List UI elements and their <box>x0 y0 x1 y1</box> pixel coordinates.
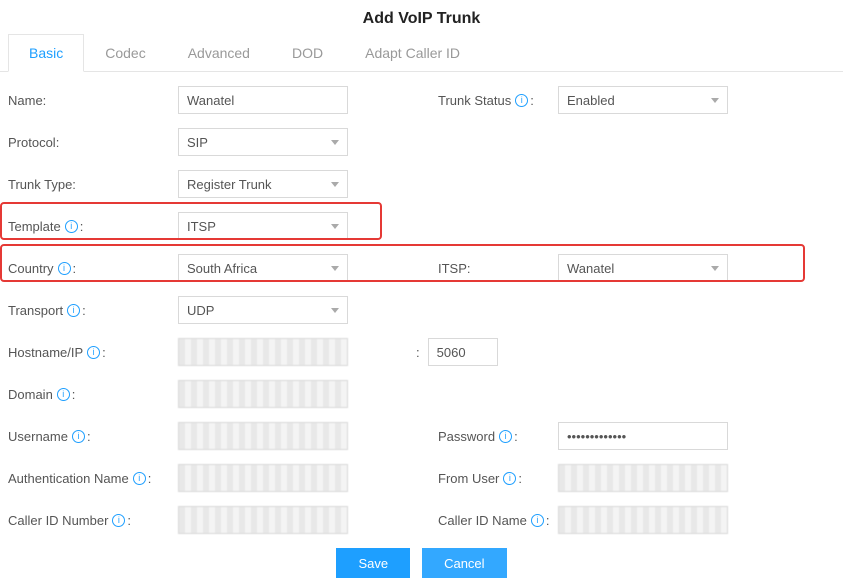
from-user-label: From User i : <box>408 471 558 486</box>
caller-id-name-input[interactable] <box>558 506 728 534</box>
trunk-status-select[interactable]: Enabled <box>558 86 728 114</box>
template-select[interactable]: ITSP <box>178 212 348 240</box>
chevron-down-icon <box>331 140 339 145</box>
transport-label: Transport i : <box>8 303 178 318</box>
chevron-down-icon <box>711 266 719 271</box>
protocol-value: SIP <box>187 135 208 150</box>
info-icon[interactable]: i <box>65 220 78 233</box>
chevron-down-icon <box>331 224 339 229</box>
domain-input[interactable] <box>178 380 348 408</box>
chevron-down-icon <box>331 266 339 271</box>
chevron-down-icon <box>331 182 339 187</box>
tab-advanced[interactable]: Advanced <box>167 34 271 72</box>
trunk-status-label: Trunk Status i : <box>408 93 558 108</box>
itsp-select[interactable]: Wanatel <box>558 254 728 282</box>
info-icon[interactable]: i <box>133 472 146 485</box>
info-icon[interactable]: i <box>58 262 71 275</box>
tab-codec[interactable]: Codec <box>84 34 166 72</box>
tab-bar: Basic Codec Advanced DOD Adapt Caller ID <box>0 34 843 72</box>
info-icon[interactable]: i <box>72 430 85 443</box>
country-label: Country i : <box>8 261 178 276</box>
info-icon[interactable]: i <box>57 388 70 401</box>
protocol-label: Protocol: <box>8 135 178 150</box>
trunk-type-value: Register Trunk <box>187 177 272 192</box>
transport-select[interactable]: UDP <box>178 296 348 324</box>
tab-dod[interactable]: DOD <box>271 34 344 72</box>
caller-id-number-input[interactable] <box>178 506 348 534</box>
chevron-down-icon <box>331 308 339 313</box>
form-body: Name: Wanatel Trunk Status i : Enabled P… <box>0 72 843 578</box>
page-title: Add VoIP Trunk <box>0 0 843 34</box>
add-voip-trunk-form: Add VoIP Trunk Basic Codec Advanced DOD … <box>0 0 843 588</box>
trunk-status-value: Enabled <box>567 93 615 108</box>
info-icon[interactable]: i <box>87 346 100 359</box>
protocol-select[interactable]: SIP <box>178 128 348 156</box>
save-button[interactable]: Save <box>336 548 410 578</box>
port-input[interactable]: 5060 <box>428 338 498 366</box>
transport-value: UDP <box>187 303 214 318</box>
trunk-type-label: Trunk Type: <box>8 177 178 192</box>
auth-name-input[interactable] <box>178 464 348 492</box>
country-select[interactable]: South Africa <box>178 254 348 282</box>
username-input[interactable] <box>178 422 348 450</box>
info-icon[interactable]: i <box>499 430 512 443</box>
itsp-label: ITSP: <box>408 261 558 276</box>
itsp-value: Wanatel <box>567 261 614 276</box>
from-user-input[interactable] <box>558 464 728 492</box>
info-icon[interactable]: i <box>503 472 516 485</box>
username-label: Username i : <box>8 429 178 444</box>
password-label: Password i : <box>408 429 558 444</box>
template-label: Template i : <box>8 219 178 234</box>
password-input[interactable]: ••••••••••••• <box>558 422 728 450</box>
auth-name-label: Authentication Name i : <box>8 471 178 486</box>
name-label: Name: <box>8 93 178 108</box>
hostname-input[interactable] <box>178 338 348 366</box>
chevron-down-icon <box>711 98 719 103</box>
caller-id-number-label: Caller ID Number i : <box>8 513 178 528</box>
name-input[interactable]: Wanatel <box>178 86 348 114</box>
country-value: South Africa <box>187 261 257 276</box>
info-icon[interactable]: i <box>112 514 125 527</box>
hostname-label: Hostname/IP i : <box>8 345 178 360</box>
domain-label: Domain i : <box>8 387 178 402</box>
tab-basic[interactable]: Basic <box>8 34 84 72</box>
trunk-type-select[interactable]: Register Trunk <box>178 170 348 198</box>
info-icon[interactable]: i <box>515 94 528 107</box>
cancel-button[interactable]: Cancel <box>422 548 506 578</box>
tab-adapt-caller-id[interactable]: Adapt Caller ID <box>344 34 481 72</box>
info-icon[interactable]: i <box>67 304 80 317</box>
footer-buttons: Save Cancel <box>8 548 835 578</box>
port-separator: : <box>416 345 420 360</box>
info-icon[interactable]: i <box>531 514 544 527</box>
template-value: ITSP <box>187 219 216 234</box>
caller-id-name-label: Caller ID Name i : <box>408 513 558 528</box>
